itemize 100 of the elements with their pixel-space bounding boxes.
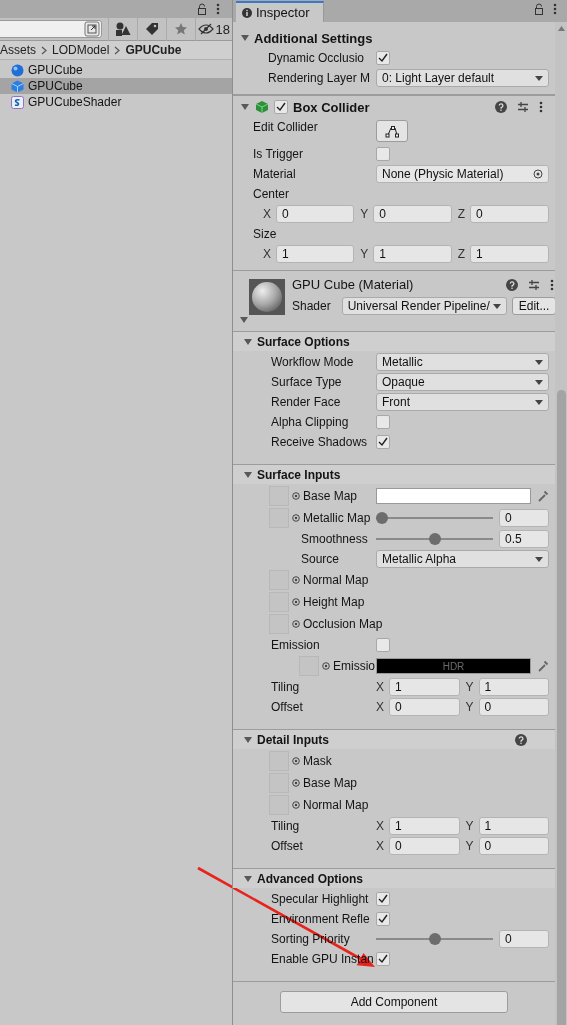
scrollbar[interactable]: [555, 22, 567, 1025]
target-icon[interactable]: [292, 620, 300, 628]
foldout-arrow-icon[interactable]: [240, 33, 250, 43]
dropdown[interactable]: Universal Render Pipeline/: [341, 297, 507, 315]
add-component-button[interactable]: Add Component: [280, 991, 508, 1013]
dropdown[interactable]: 0: Light Layer default: [376, 69, 549, 87]
foldout-arrow-icon[interactable]: [243, 873, 253, 884]
checkbox[interactable]: [376, 952, 390, 966]
more-icon[interactable]: [553, 3, 557, 15]
foldout-arrow-icon[interactable]: [239, 315, 249, 325]
target-icon[interactable]: [292, 492, 300, 500]
field-label: Is Trigger: [253, 147, 303, 161]
target-icon[interactable]: [292, 779, 300, 787]
dropdown[interactable]: Opaque: [376, 373, 549, 391]
checkbox[interactable]: [376, 51, 390, 65]
target-icon[interactable]: [292, 757, 300, 765]
number-field[interactable]: 0: [470, 205, 549, 223]
foldout-arrow-icon[interactable]: [240, 102, 250, 112]
field-label: Alpha Clipping: [271, 415, 349, 429]
number-field[interactable]: 0: [276, 205, 355, 223]
eyedropper-icon[interactable]: [537, 660, 549, 672]
dropdown[interactable]: Front: [376, 393, 549, 411]
foldout-arrow-icon[interactable]: [243, 469, 253, 480]
number-field[interactable]: 0: [389, 837, 460, 855]
polyline-icon: [384, 124, 400, 138]
checkbox[interactable]: [376, 435, 390, 449]
slider-thumb[interactable]: [428, 933, 441, 945]
caret-icon: [535, 379, 543, 385]
asset-item[interactable]: GPUCubeShader: [0, 94, 232, 110]
number-field[interactable]: 1: [478, 678, 549, 696]
checkbox[interactable]: [376, 147, 390, 161]
axis-label: Y: [465, 819, 474, 833]
target-icon[interactable]: [533, 169, 543, 179]
number-field[interactable]: 0: [478, 837, 549, 855]
sliders-icon[interactable]: [528, 278, 541, 291]
more-icon[interactable]: [550, 278, 555, 291]
group-header[interactable]: Surface Inputs: [233, 465, 555, 484]
breadcrumb-link[interactable]: LODModel: [52, 43, 110, 57]
field-label: Dynamic Occlusio: [268, 51, 365, 65]
axis-label: Y: [465, 700, 474, 714]
inspector-tab[interactable]: Inspector: [236, 1, 325, 22]
tag-icon[interactable]: [144, 22, 159, 36]
number-field[interactable]: 1: [389, 817, 460, 835]
field-label: Base Map: [303, 489, 358, 503]
eyedropper-icon[interactable]: [537, 490, 549, 502]
checkbox[interactable]: [376, 892, 390, 906]
target-icon[interactable]: [292, 576, 300, 584]
lock-icon[interactable]: [197, 3, 207, 15]
more-icon[interactable]: [539, 101, 543, 113]
more-icon[interactable]: [216, 3, 220, 15]
number-field[interactable]: 1: [276, 245, 355, 263]
foldout-arrow-icon[interactable]: [243, 734, 253, 745]
dropdown[interactable]: Metallic Alpha: [376, 550, 549, 568]
slider-thumb[interactable]: [376, 512, 388, 524]
number-field[interactable]: 0: [373, 205, 452, 223]
field-label: Receive Shadows: [271, 435, 368, 449]
object-field[interactable]: None (Physic Material): [376, 165, 549, 183]
checkbox[interactable]: [376, 638, 390, 652]
breadcrumb-link[interactable]: Assets: [0, 43, 36, 57]
checkbox[interactable]: [274, 100, 288, 114]
help-icon[interactable]: [495, 101, 507, 113]
foldout-arrow-icon[interactable]: [243, 336, 253, 347]
number-field[interactable]: 1: [373, 245, 452, 263]
field-label: Emission: [271, 638, 320, 652]
shapes-icon[interactable]: [114, 22, 131, 36]
color-field[interactable]: HDR: [376, 658, 531, 674]
search-type-icon[interactable]: [83, 21, 100, 37]
group-header[interactable]: Surface Options: [233, 332, 555, 351]
edit-button[interactable]: Edit...: [511, 297, 555, 315]
breadcrumb-link[interactable]: GPUCube: [125, 43, 182, 57]
checkbox[interactable]: [376, 912, 390, 926]
edit-collider-button[interactable]: [376, 120, 408, 142]
target-icon[interactable]: [322, 662, 330, 670]
target-icon[interactable]: [292, 598, 300, 606]
dropdown[interactable]: Metallic: [376, 353, 549, 371]
group-header[interactable]: Advanced Options: [233, 869, 555, 888]
target-icon[interactable]: [292, 801, 300, 809]
number-field[interactable]: 0.5: [499, 530, 549, 548]
scrollbar-thumb[interactable]: [556, 390, 566, 1025]
sliders-icon[interactable]: [517, 101, 529, 113]
hidden-items-toggle[interactable]: 18: [194, 17, 232, 41]
number-field[interactable]: 1: [389, 678, 460, 696]
color-field[interactable]: [376, 488, 531, 504]
help-icon[interactable]: [515, 733, 527, 746]
target-icon[interactable]: [292, 514, 300, 522]
number-field[interactable]: 0: [499, 930, 549, 948]
star-icon[interactable]: [173, 22, 188, 36]
number-field[interactable]: 0: [389, 698, 460, 716]
checkbox[interactable]: [376, 415, 390, 429]
slider-thumb[interactable]: [428, 533, 441, 545]
search-field[interactable]: [0, 20, 102, 38]
number-field[interactable]: 1: [470, 245, 549, 263]
asset-item[interactable]: GPUCube: [0, 78, 232, 94]
number-field[interactable]: 1: [478, 817, 549, 835]
lock-icon[interactable]: [534, 3, 544, 15]
number-field[interactable]: 0: [499, 509, 549, 527]
asset-item[interactable]: GPUCube: [0, 62, 232, 78]
scroll-up-icon[interactable]: [557, 26, 565, 31]
help-icon[interactable]: [506, 278, 519, 291]
number-field[interactable]: 0: [478, 698, 549, 716]
